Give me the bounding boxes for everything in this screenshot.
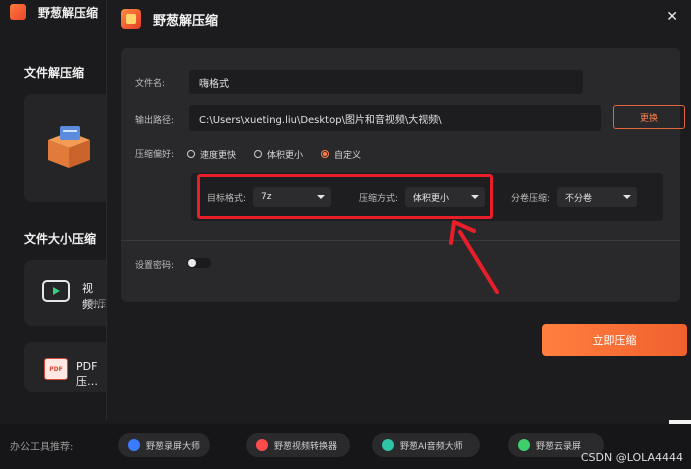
annotation-arrow-icon [449,220,499,294]
